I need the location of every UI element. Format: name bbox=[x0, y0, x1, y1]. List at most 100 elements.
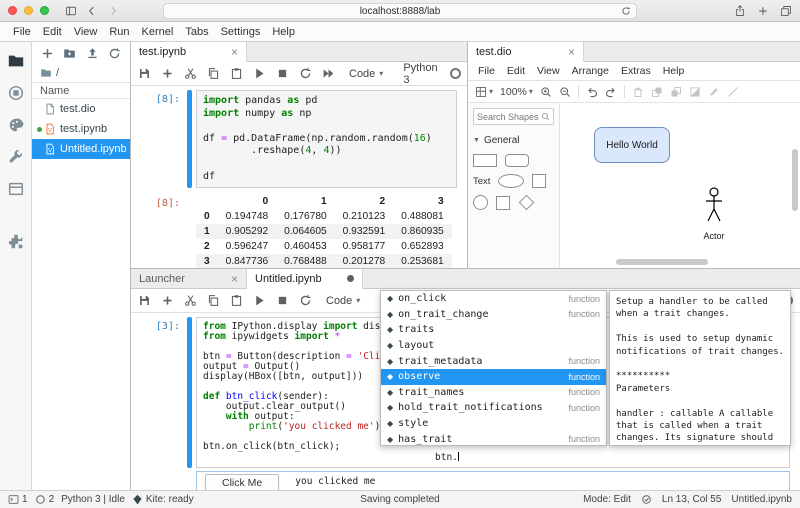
window-minimize-button[interactable] bbox=[24, 6, 33, 15]
new-tab-icon[interactable] bbox=[757, 5, 769, 17]
run-button[interactable] bbox=[253, 294, 266, 307]
paste-cells-button[interactable] bbox=[230, 294, 243, 307]
kernel-name[interactable]: Python 3 bbox=[403, 62, 437, 86]
menu-item-help[interactable]: Help bbox=[657, 65, 691, 77]
run-all-button[interactable] bbox=[322, 67, 335, 80]
tab-test-ipynb[interactable]: test.ipynb × bbox=[131, 42, 247, 62]
tab-launcher[interactable]: Launcher × bbox=[131, 269, 247, 288]
command-palette-icon[interactable] bbox=[7, 116, 25, 134]
shape-ellipse[interactable] bbox=[498, 174, 524, 188]
menu-item-settings[interactable]: Settings bbox=[216, 26, 266, 38]
code-editor[interactable]: import pandas as pdimport numpy as np df… bbox=[196, 90, 457, 188]
completion-item-on_click[interactable]: ◆on_clickfunction bbox=[381, 291, 606, 307]
menu-item-view[interactable]: View bbox=[69, 26, 103, 38]
save-button[interactable] bbox=[138, 294, 151, 307]
new-launcher-icon[interactable] bbox=[41, 47, 54, 60]
upload-icon[interactable] bbox=[86, 47, 99, 60]
menu-item-extras[interactable]: Extras bbox=[615, 65, 657, 77]
tab-untitled-ipynb[interactable]: Untitled.ipynb bbox=[247, 269, 363, 289]
click-me-button[interactable]: Click Me bbox=[205, 474, 279, 491]
refresh-icon[interactable] bbox=[108, 47, 121, 60]
completion-item-observe[interactable]: ◆observefunction bbox=[381, 369, 606, 385]
shape-search-input[interactable] bbox=[477, 112, 539, 122]
save-button[interactable] bbox=[138, 67, 151, 80]
breadcrumb-root[interactable]: / bbox=[56, 67, 59, 79]
sidebar-toggle-icon[interactable] bbox=[65, 5, 77, 17]
completion-item-trait_metadata[interactable]: ◆trait_metadatafunction bbox=[381, 353, 606, 369]
copy-cells-button[interactable] bbox=[207, 294, 220, 307]
extension-manager-icon[interactable] bbox=[7, 232, 25, 250]
restart-kernel-button[interactable] bbox=[299, 294, 312, 307]
cursor-position[interactable]: Ln 13, Col 55 bbox=[662, 494, 722, 505]
restart-kernel-button[interactable] bbox=[299, 67, 312, 80]
mode-indicator[interactable]: Mode: Edit bbox=[583, 494, 631, 505]
tab-overview-icon[interactable] bbox=[780, 5, 792, 17]
add-cell-button[interactable] bbox=[161, 294, 174, 307]
diagram-node-actor[interactable]: Actor bbox=[696, 187, 732, 241]
window-close-button[interactable] bbox=[8, 6, 17, 15]
tab-test-dio[interactable]: test.dio × bbox=[468, 42, 584, 62]
property-inspector-icon[interactable] bbox=[7, 148, 25, 166]
shape-process[interactable] bbox=[496, 196, 510, 210]
view-dropdown[interactable]: ▾ bbox=[475, 86, 493, 98]
shape-diamond[interactable] bbox=[519, 195, 535, 211]
kernel-status-item[interactable]: Python 3 | Idle bbox=[61, 494, 125, 505]
run-button[interactable] bbox=[253, 67, 266, 80]
shape-square[interactable] bbox=[532, 174, 546, 188]
menu-item-file[interactable]: File bbox=[472, 65, 501, 77]
diagram-node-hello-world[interactable]: Hello World bbox=[594, 127, 670, 163]
reload-icon[interactable] bbox=[621, 6, 631, 16]
zoom-dropdown[interactable]: 100% ▾ bbox=[500, 86, 533, 98]
shape-rectangle[interactable] bbox=[473, 154, 497, 167]
back-icon[interactable] bbox=[86, 5, 98, 17]
horizontal-scrollbar[interactable] bbox=[616, 259, 708, 265]
menu-item-help[interactable]: Help bbox=[267, 26, 300, 38]
cell-type-dropdown[interactable]: Code ▾ bbox=[349, 68, 383, 80]
menu-item-run[interactable]: Run bbox=[104, 26, 134, 38]
forward-icon[interactable] bbox=[107, 5, 119, 17]
cut-cells-button[interactable] bbox=[184, 294, 197, 307]
terminals-indicator[interactable]: 1 bbox=[8, 494, 28, 505]
menu-item-edit[interactable]: Edit bbox=[501, 65, 531, 77]
menu-item-arrange[interactable]: Arrange bbox=[566, 65, 615, 77]
window-zoom-button[interactable] bbox=[40, 6, 49, 15]
vertical-scrollbar[interactable] bbox=[792, 149, 798, 211]
menu-item-tabs[interactable]: Tabs bbox=[180, 26, 213, 38]
new-folder-icon[interactable] bbox=[63, 47, 76, 60]
close-icon[interactable]: × bbox=[568, 46, 575, 58]
file-item-test.dio[interactable]: test.dio bbox=[32, 99, 130, 119]
file-item-Untitled.ipynb[interactable]: Untitled.ipynb bbox=[32, 139, 130, 159]
file-browser-icon[interactable] bbox=[7, 52, 25, 70]
open-tabs-icon[interactable] bbox=[7, 180, 25, 198]
search-icon[interactable] bbox=[541, 112, 550, 121]
stop-button[interactable] bbox=[276, 294, 289, 307]
completion-item-trait_names[interactable]: ◆trait_namesfunction bbox=[381, 385, 606, 401]
file-item-test.ipynb[interactable]: test.ipynb bbox=[32, 119, 130, 139]
completion-item-style[interactable]: ◆style bbox=[381, 416, 606, 432]
cut-cells-button[interactable] bbox=[184, 67, 197, 80]
diagram-canvas[interactable]: Hello World Actor bbox=[560, 103, 800, 268]
share-icon[interactable] bbox=[734, 5, 746, 17]
menu-item-file[interactable]: File bbox=[8, 26, 36, 38]
shape-rounded-rectangle[interactable] bbox=[505, 154, 529, 167]
cell-collapser[interactable] bbox=[187, 90, 192, 188]
zoom-out-icon[interactable] bbox=[559, 86, 571, 98]
running-sessions-icon[interactable] bbox=[7, 84, 25, 102]
home-folder-icon[interactable] bbox=[40, 67, 52, 79]
close-icon[interactable]: × bbox=[231, 273, 238, 285]
cell-collapser[interactable] bbox=[187, 317, 192, 468]
kernels-indicator[interactable]: 2 bbox=[35, 494, 55, 505]
menu-item-view[interactable]: View bbox=[531, 65, 566, 77]
paste-cells-button[interactable] bbox=[230, 67, 243, 80]
completion-item-on_trait_change[interactable]: ◆on_trait_changefunction bbox=[381, 307, 606, 323]
cell-type-dropdown[interactable]: Code ▾ bbox=[326, 295, 360, 307]
section-general[interactable]: ▼ General bbox=[473, 135, 554, 146]
menu-item-kernel[interactable]: Kernel bbox=[137, 26, 179, 38]
completion-item-traits[interactable]: ◆traits bbox=[381, 322, 606, 338]
zoom-in-icon[interactable] bbox=[540, 86, 552, 98]
completion-item-layout[interactable]: ◆layout bbox=[381, 338, 606, 354]
close-icon[interactable]: × bbox=[231, 46, 238, 58]
add-cell-button[interactable] bbox=[161, 67, 174, 80]
kite-status-item[interactable]: Kite: ready bbox=[132, 494, 194, 505]
menu-item-edit[interactable]: Edit bbox=[38, 26, 67, 38]
